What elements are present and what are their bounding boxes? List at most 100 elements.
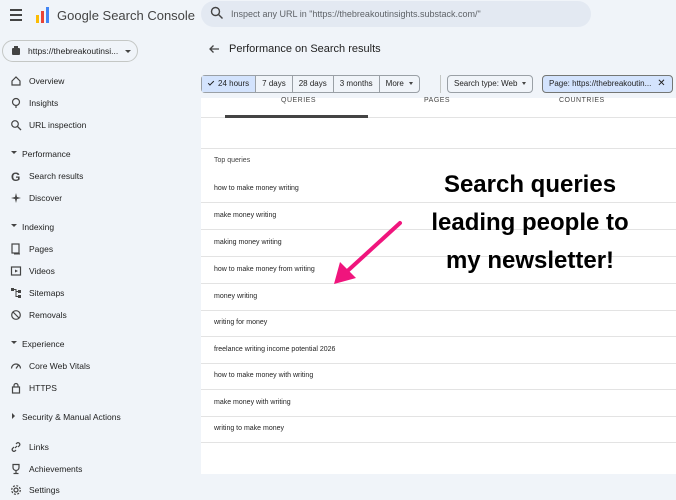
tab-queries[interactable]: QUERIES (281, 97, 316, 104)
sidebar-item-label: URL inspection (29, 120, 87, 130)
search-icon (11, 120, 22, 131)
sidebar-item-label: Sitemaps (29, 288, 65, 298)
sidebar-item-url-inspection[interactable]: URL inspection (0, 115, 195, 135)
removals-icon (11, 310, 21, 320)
table-row[interactable]: freelance writing income potential 2026 (201, 337, 676, 364)
discover-icon (11, 193, 21, 203)
sidebar-item-label: Insights (29, 98, 59, 108)
links-icon (11, 442, 21, 452)
annotation-line: my newsletter! (445, 247, 615, 274)
query-text: how to make money from writing (214, 266, 315, 273)
chevron-down-icon (125, 50, 131, 53)
chip-label: Search type: Web (454, 79, 518, 88)
trophy-icon (12, 463, 20, 475)
sidebar-item-label: Achievements (29, 464, 83, 474)
url-inspect-input[interactable] (231, 1, 581, 27)
sidebar-item-discover[interactable]: Discover (0, 188, 195, 208)
sidebar-item-achievements[interactable]: Achievements (0, 459, 195, 479)
back-arrow-icon[interactable] (208, 43, 220, 55)
sidebar-item-label: Search results (29, 171, 84, 181)
sidebar-section-experience[interactable]: Experience (0, 336, 195, 352)
sidebar-item-links[interactable]: Links (0, 437, 195, 457)
check-icon (207, 79, 215, 86)
sidebar-section-performance[interactable]: Performance (0, 146, 195, 162)
table-header-top-queries[interactable]: Top queries (214, 157, 250, 164)
sidebar-item-https[interactable]: HTTPS (0, 378, 195, 398)
chip-label: More (385, 79, 404, 88)
filter-divider (440, 75, 441, 93)
chevron-down-icon (408, 82, 413, 85)
sidebar-item-label: Removals (29, 310, 67, 320)
chip-label: 3 months (339, 79, 373, 88)
query-text: writing for money (214, 319, 268, 326)
sidebar-item-removals[interactable]: Removals (0, 305, 195, 325)
svg-text:G: G (11, 170, 20, 182)
chip-label: 7 days (262, 79, 286, 88)
section-label: Security & Manual Actions (22, 412, 121, 422)
sidebar-item-settings[interactable]: Settings (0, 480, 195, 500)
sidebar-item-label: HTTPS (29, 383, 57, 393)
insights-icon (11, 97, 21, 108)
active-tab-indicator (225, 115, 368, 118)
sitemaps-icon (11, 288, 21, 298)
pages-icon (11, 243, 20, 255)
chip-28-days[interactable]: 28 days (293, 76, 334, 92)
gauge-icon (10, 363, 22, 369)
sidebar-item-label: Overview (29, 76, 65, 86)
chip-label: 28 days (298, 79, 327, 88)
section-label: Performance (22, 149, 71, 159)
home-icon (11, 76, 21, 86)
chip-label: 24 hours (218, 79, 250, 88)
url-inspect-search[interactable] (201, 1, 591, 27)
expand-triangle-icon (11, 224, 17, 227)
sidebar-section-indexing[interactable]: Indexing (0, 219, 195, 235)
sidebar-item-sitemaps[interactable]: Sitemaps (0, 283, 195, 303)
annotation-line: leading people to (431, 209, 629, 236)
sidebar-item-pages[interactable]: Pages (0, 239, 195, 259)
table-row[interactable]: make money with writing (201, 390, 676, 417)
sidebar-section-security[interactable]: Security & Manual Actions (0, 409, 195, 425)
query-text: making money writing (214, 239, 282, 246)
sidebar-item-core-web-vitals[interactable]: Core Web Vitals (0, 356, 195, 376)
table-row[interactable]: writing for money (201, 310, 676, 337)
chip-more[interactable]: More (380, 76, 419, 92)
query-text: make money with writing (214, 399, 291, 406)
sidebar-item-overview[interactable]: Overview (0, 71, 195, 91)
close-icon[interactable]: ✕ (657, 78, 665, 89)
property-selector[interactable]: https://thebreakoutinsi... (2, 40, 138, 62)
chip-3-months[interactable]: 3 months (334, 76, 380, 92)
property-favicon-icon (12, 46, 20, 55)
chip-24-hours[interactable]: 24 hours (202, 76, 257, 92)
search-type-filter[interactable]: Search type: Web (447, 75, 534, 93)
sidebar-item-insights[interactable]: Insights (0, 93, 195, 113)
query-text: freelance writing income potential 2026 (214, 346, 336, 353)
expand-triangle-icon (11, 151, 17, 154)
sidebar-item-label: Core Web Vitals (29, 361, 91, 371)
query-text: writing to make money (214, 425, 285, 432)
chip-7-days[interactable]: 7 days (256, 76, 293, 92)
sidebar-item-label: Settings (29, 485, 60, 495)
tab-countries[interactable]: COUNTRIES (559, 97, 605, 104)
sidebar-item-search-results[interactable]: G Search results (0, 166, 195, 186)
table-row[interactable]: writing to make money (201, 416, 676, 443)
hamburger-menu-icon[interactable] (10, 9, 22, 21)
table-row[interactable]: money writing (201, 284, 676, 311)
tab-pages[interactable]: PAGES (424, 97, 450, 104)
section-label: Experience (22, 339, 65, 349)
table-row[interactable]: how to make money with writing (201, 363, 676, 390)
divider (201, 148, 676, 149)
search-icon (210, 6, 223, 19)
settings-icon (11, 485, 21, 495)
lock-icon (11, 382, 21, 394)
page-filter[interactable]: Page: https://thebreakoutin... ✕ (542, 75, 673, 93)
query-text: money writing (214, 293, 258, 300)
query-text: make money writing (214, 212, 277, 219)
chevron-down-icon (522, 82, 527, 85)
date-range-chips: 24 hours 7 days 28 days 3 months More (201, 75, 420, 93)
annotation-text: Search queries leading people to my news… (412, 166, 648, 280)
page-title: Performance on Search results (229, 43, 381, 55)
search-console-logo-icon (36, 7, 49, 23)
annotation-arrow-icon (334, 221, 402, 284)
google-g-icon: G (11, 170, 20, 182)
sidebar-item-videos[interactable]: Videos (0, 261, 195, 281)
